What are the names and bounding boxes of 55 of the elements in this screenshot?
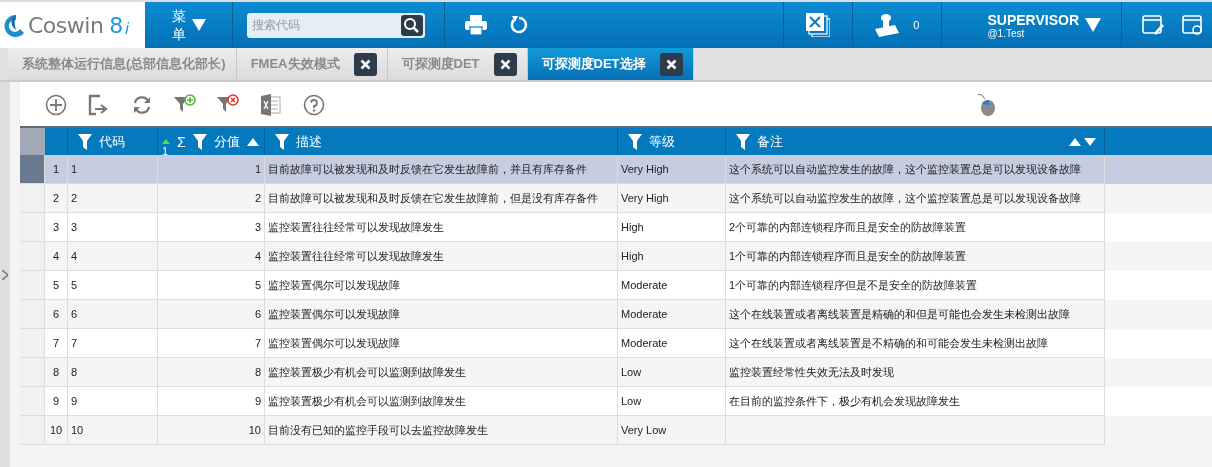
excel-icon[interactable]: [260, 93, 282, 116]
export-icon[interactable]: [88, 93, 110, 116]
table-row[interactable]: 3 3 3 监控装置往往经常可以发现故障发生 High 2个可靠的内部连锁程序而且是安全的防故障装置: [20, 213, 1212, 242]
column-label: 等级: [649, 132, 675, 151]
edit-window-icon[interactable]: [1142, 15, 1164, 35]
column-label: 代码: [99, 132, 125, 151]
add-icon[interactable]: [45, 93, 67, 116]
table-row[interactable]: 7 7 7 监控装置偶尔可以发现故障 Moderate 这个在线装置或者离线装置是不精确的和可能会发生未检测出故障: [20, 329, 1212, 358]
help-icon[interactable]: [303, 93, 325, 116]
mouse-icon[interactable]: [976, 92, 996, 117]
stamp-icon[interactable]: [875, 13, 900, 37]
logo-version: 8: [109, 12, 124, 38]
tab[interactable]: FMEA失效模式: [236, 48, 388, 80]
sort-up-icon[interactable]: [162, 139, 170, 144]
table-cell: 10: [68, 416, 158, 445]
search-field[interactable]: 搜索代码: [247, 12, 425, 38]
tab[interactable]: 可探测度DET选择: [527, 48, 694, 80]
select-all-cell[interactable]: [20, 128, 45, 155]
logo-suffix: i: [125, 20, 129, 38]
refresh-icon[interactable]: [131, 93, 153, 116]
close-icon[interactable]: [659, 52, 683, 76]
close-icon[interactable]: [493, 52, 517, 76]
filter-icon[interactable]: [275, 133, 289, 150]
table-row[interactable]: 9 9 9 监控装置极少有机会可以监测到故障发生 Low 在目前的监控条件下，极少有机会发现故障发生: [20, 387, 1212, 416]
tab[interactable]: 系统整体运行信息(总部信息化部长): [8, 48, 237, 80]
row-selector[interactable]: [20, 155, 45, 184]
column-label: 分值: [213, 132, 240, 151]
close-icon[interactable]: [353, 52, 377, 76]
print-icon[interactable]: [465, 15, 487, 35]
table-row[interactable]: 1 1 1 目前故障可以被发现和及时反馈在它发生故障前，并且有库存备件 Very High 这个系统可以自动监控发生的故障，这个监控装置总是可以发现设备故障: [20, 155, 1212, 184]
logo-text: Coswin: [28, 12, 104, 38]
caret-icon: [191, 19, 206, 31]
filter-icon[interactable]: [78, 133, 92, 150]
column-label: 描述: [296, 132, 322, 151]
table-row[interactable]: 5 5 5 监控装置偶尔可以发现故障 Moderate 1个可靠的内部连锁程序但是不是安全的防故障装置: [20, 271, 1212, 300]
sort-arrows-icon[interactable]: [1069, 136, 1096, 147]
excel-windows-icon[interactable]: [806, 13, 831, 37]
filter-icon[interactable]: [736, 133, 750, 150]
row-number: 10: [45, 416, 68, 445]
refresh-icon[interactable]: [509, 15, 529, 35]
table-cell: Very Low: [618, 416, 726, 445]
sort-toggle-icon[interactable]: [246, 137, 259, 146]
logo-icon: [2, 12, 26, 38]
search-icon[interactable]: [401, 14, 423, 36]
refresh-window-icon[interactable]: [1182, 15, 1204, 35]
caret-icon: [1085, 18, 1101, 32]
filter-icon[interactable]: [192, 133, 207, 150]
column-label: 备注: [757, 132, 783, 151]
tab[interactable]: 可探测度DET: [387, 48, 528, 80]
notification-count: 0: [913, 19, 920, 31]
table-cell: 目前没有已知的监控手段可以去监控故障发生: [265, 416, 618, 445]
filter-icon[interactable]: [628, 133, 642, 150]
sort-index: 1: [162, 145, 169, 157]
sum-symbol: Σ: [177, 133, 186, 150]
table-cell: 10: [158, 416, 265, 445]
